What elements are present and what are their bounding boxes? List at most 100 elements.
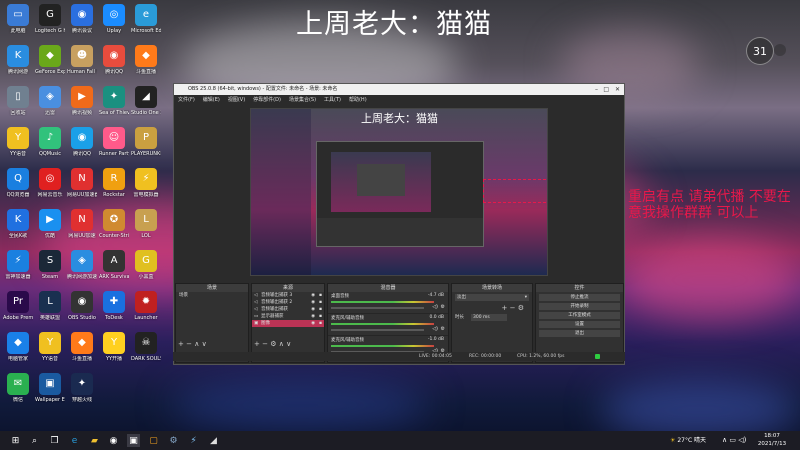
desktop-icon[interactable]: K 腾讯网游 [3, 45, 33, 75]
volume-slider[interactable] [331, 329, 424, 331]
desktop-icon[interactable]: ♪ QQMusic [35, 127, 65, 157]
control-button[interactable]: 开始录制 [539, 303, 620, 310]
remove-scene-icon[interactable]: − [186, 340, 192, 348]
gear-icon[interactable]: ⚙ [270, 340, 276, 348]
move-up-icon[interactable]: ∧ [194, 340, 199, 348]
gear-icon[interactable]: ⚙ [518, 304, 524, 312]
desktop-icon[interactable]: ◈ 迅雷 [35, 86, 65, 116]
network-icon[interactable]: ▭ [729, 436, 736, 444]
desktop-icon[interactable]: ▣ Wallpaper Engine [35, 373, 65, 403]
desktop-icon[interactable]: Y YY语音 [35, 332, 65, 362]
speaker-icon[interactable]: ◁) [432, 326, 438, 332]
source-item[interactable]: ▭ 显示器捕获 ◉ ▪ [252, 313, 324, 320]
desktop-icon[interactable]: L 英雄联盟 [35, 291, 65, 321]
desktop-icon[interactable]: ◉ 腾讯会议 [67, 4, 97, 34]
desktop-icon[interactable]: ◆ 斗鱼直播 [131, 45, 161, 75]
desktop-icon[interactable]: L LOL [131, 209, 161, 239]
desktop-icon[interactable]: P PLAYERUNKNOWN'S [131, 127, 161, 157]
windows-start-icon[interactable]: ⊞ [9, 434, 22, 447]
duration-field[interactable]: 300 ms [471, 314, 507, 321]
app-icon[interactable]: ▢ [147, 434, 160, 447]
add-transition-icon[interactable]: + [502, 304, 508, 312]
tray-icons[interactable]: ∧ ▭ ◁) [722, 431, 746, 450]
speaker-icon[interactable]: ◁) [432, 304, 438, 310]
visibility-icon[interactable]: ◉ [311, 313, 315, 320]
desktop-icon[interactable]: N 网易UU加速器 [67, 168, 97, 198]
desktop-icon[interactable]: ◆ 电脑管家 [3, 332, 33, 362]
desktop-icon[interactable]: e Microsoft Edge [131, 4, 161, 34]
task-view-icon[interactable]: ❐ [48, 434, 61, 447]
desktop-icon[interactable]: ☺ Runner Party [99, 127, 129, 157]
steam-icon[interactable]: ⚙ [167, 434, 180, 447]
menu-item[interactable]: 帮助(H) [349, 95, 367, 105]
file-explorer-icon[interactable]: ▰ [88, 434, 101, 447]
floating-widget[interactable]: 31 [746, 37, 774, 65]
desktop-icon[interactable]: K 全民K歌 [3, 209, 33, 239]
search-icon[interactable]: ⌕ [28, 434, 41, 447]
desktop-icon[interactable]: N 网易UU加速 [67, 209, 97, 239]
visibility-icon[interactable]: ◉ [311, 299, 315, 306]
desktop-icon[interactable]: ✪ Counter-Strike [99, 209, 129, 239]
desktop-icon[interactable]: ☠ DARK SOULS III [131, 332, 161, 362]
desktop-icon[interactable]: ▯ 回收站 [3, 86, 33, 116]
weather-widget[interactable]: ☀ 27°C 晴天 [670, 431, 706, 450]
desktop-icon[interactable]: ✉ 微信 [3, 373, 33, 403]
move-down-icon[interactable]: ∨ [286, 340, 291, 348]
minimize-icon[interactable]: – [595, 84, 598, 95]
menu-item[interactable]: 视图(V) [228, 95, 245, 105]
desktop-icon[interactable]: ✦ Sea of Thieves [99, 86, 129, 116]
desktop-icon[interactable]: ◈ 腾讯网游加速 [67, 250, 97, 280]
transition-select[interactable]: 淡出 ▾ [455, 294, 529, 301]
lock-icon[interactable]: ▪ [319, 299, 322, 306]
menu-item[interactable]: 文件(F) [178, 95, 195, 105]
menu-item[interactable]: 编辑(E) [203, 95, 220, 105]
gear-icon[interactable]: ⚙ [441, 304, 445, 310]
add-scene-icon[interactable]: + [178, 340, 184, 348]
desktop-icon[interactable]: ▶ 优酷 [35, 209, 65, 239]
desktop-icon[interactable]: R Rockstar [99, 168, 129, 198]
control-button[interactable]: 设置 [539, 321, 620, 328]
add-source-icon[interactable]: + [254, 340, 260, 348]
menu-item[interactable]: 工具(T) [324, 95, 341, 105]
studio-icon[interactable]: ◢ [207, 434, 220, 447]
desktop-icon[interactable]: ◢ Studio One 3 [131, 86, 161, 116]
remove-source-icon[interactable]: − [262, 340, 268, 348]
remove-transition-icon[interactable]: − [510, 304, 516, 312]
volume-slider[interactable] [331, 307, 424, 309]
menu-item[interactable]: 场景集合(S) [289, 95, 316, 105]
control-button[interactable]: 停止推流 [539, 294, 620, 301]
desktop-icon[interactable]: ◉ OBS Studio [67, 291, 97, 321]
desktop-icon[interactable]: ◎ 网易云音乐 [35, 168, 65, 198]
desktop-icon[interactable]: Y YY语音 [3, 127, 33, 157]
desktop-icon[interactable]: ✹ Launcher [131, 291, 161, 321]
lock-icon[interactable]: ▪ [319, 292, 322, 299]
chevron-up-icon[interactable]: ∧ [722, 436, 727, 444]
desktop-icon[interactable]: G Logitech G HUB [35, 4, 65, 34]
move-up-icon[interactable]: ∧ [279, 340, 284, 348]
source-item[interactable]: ▣ 图像 ◉ ▪ [252, 320, 324, 327]
desktop-icon[interactable]: ☻ Human Fall Flat [67, 45, 97, 75]
desktop-icon[interactable]: ⚡ 雷电模拟器 [131, 168, 161, 198]
clock[interactable]: 18:07 2021/7/13 [750, 432, 794, 448]
desktop-icon[interactable]: ▭ 此电脑 [3, 4, 33, 34]
desktop-icon[interactable]: ✚ ToDesk [99, 291, 129, 321]
qq-icon[interactable]: ⚡ [187, 434, 200, 447]
gear-icon[interactable]: ⚙ [441, 326, 445, 332]
obs-preview[interactable]: 上周老大：猫猫 [250, 108, 548, 276]
lock-icon[interactable]: ▪ [319, 306, 322, 313]
source-item[interactable]: ◁ 音频输出捕获 ◉ ▪ [252, 306, 324, 313]
desktop-icon[interactable]: Pr Adobe Premiere [3, 291, 33, 321]
desktop-icon[interactable]: Y YY开播 [99, 332, 129, 362]
scene-item[interactable]: 场景 [176, 292, 248, 299]
lock-icon[interactable]: ▪ [319, 313, 322, 320]
lock-icon[interactable]: ▪ [319, 320, 322, 327]
move-down-icon[interactable]: ∨ [202, 340, 207, 348]
visibility-icon[interactable]: ◉ [311, 306, 315, 313]
desktop-icon[interactable]: Q QQ浏览器 [3, 168, 33, 198]
maximize-icon[interactable]: □ [603, 84, 609, 95]
visibility-icon[interactable]: ◉ [311, 320, 315, 327]
desktop-icon[interactable]: ◆ 斗鱼直播 [67, 332, 97, 362]
source-item[interactable]: ◁ 音频输出捕获 2 ◉ ▪ [252, 299, 324, 306]
volume-icon[interactable]: ◁) [738, 436, 746, 444]
desktop-icon[interactable]: ◎ Uplay [99, 4, 129, 34]
